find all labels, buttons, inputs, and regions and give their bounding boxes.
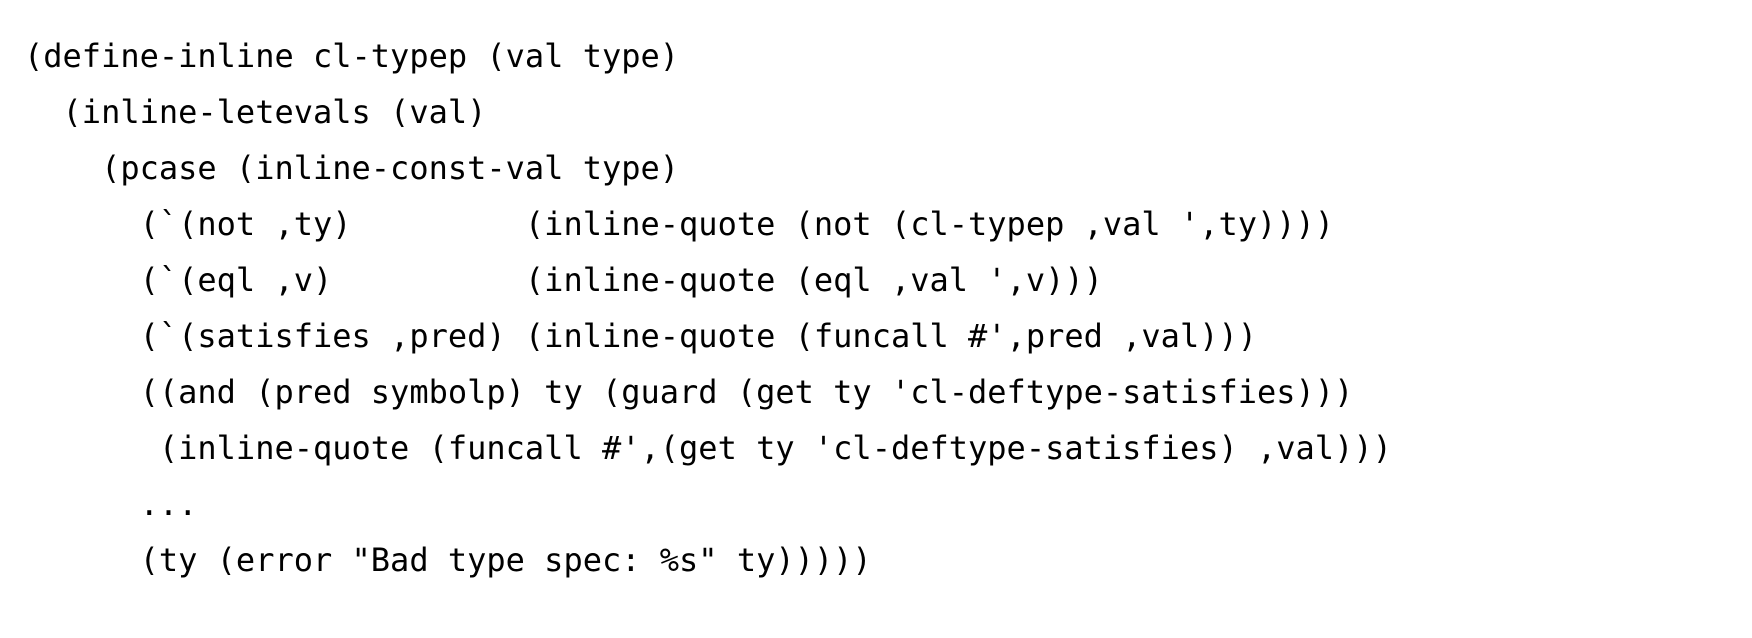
code-line: (define-inline cl-typep (val type) <box>24 28 1728 84</box>
code-line: (pcase (inline-const-val type) <box>24 140 1728 196</box>
code-block: (define-inline cl-typep (val type) (inli… <box>0 0 1752 638</box>
code-line: (`(not ,ty) (inline-quote (not (cl-typep… <box>24 196 1728 252</box>
code-line: (inline-quote (funcall #',(get ty 'cl-de… <box>24 420 1728 476</box>
code-line: ... <box>24 476 1728 532</box>
code-line: (ty (error "Bad type spec: %s" ty))))) <box>24 532 1728 588</box>
code-line: (inline-letevals (val) <box>24 84 1728 140</box>
code-line: ((and (pred symbolp) ty (guard (get ty '… <box>24 364 1728 420</box>
code-line: (`(eql ,v) (inline-quote (eql ,val ',v))… <box>24 252 1728 308</box>
code-line: (`(satisfies ,pred) (inline-quote (funca… <box>24 308 1728 364</box>
